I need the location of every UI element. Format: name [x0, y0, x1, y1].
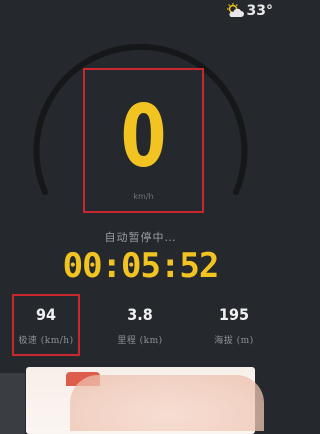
stat-value: 3.8: [127, 305, 153, 324]
side-panel-edge: [0, 373, 26, 434]
speed-value: 0: [120, 87, 167, 187]
speed-highlight-box: 0 km/h: [83, 68, 204, 213]
resume-button[interactable]: [70, 375, 264, 431]
cycling-screen: 33° 0 km/h 自动暂停中… 00:05:52 94 极速 (km/h) …: [0, 0, 281, 434]
auto-pause-status: 自动暂停中…: [104, 231, 177, 244]
speed-unit: km/h: [133, 192, 154, 201]
stat-altitude: 195 海拔 (m): [194, 305, 274, 346]
elapsed-timer: 00:05:52: [62, 246, 220, 286]
stat-label: 里程 (km): [117, 336, 163, 346]
control-panel: [26, 367, 264, 434]
max-speed-highlight-box: [12, 294, 80, 356]
stat-label: 海拔 (m): [214, 336, 254, 346]
stat-value: 195: [218, 305, 250, 324]
stat-distance: 3.8 里程 (km): [100, 305, 180, 346]
